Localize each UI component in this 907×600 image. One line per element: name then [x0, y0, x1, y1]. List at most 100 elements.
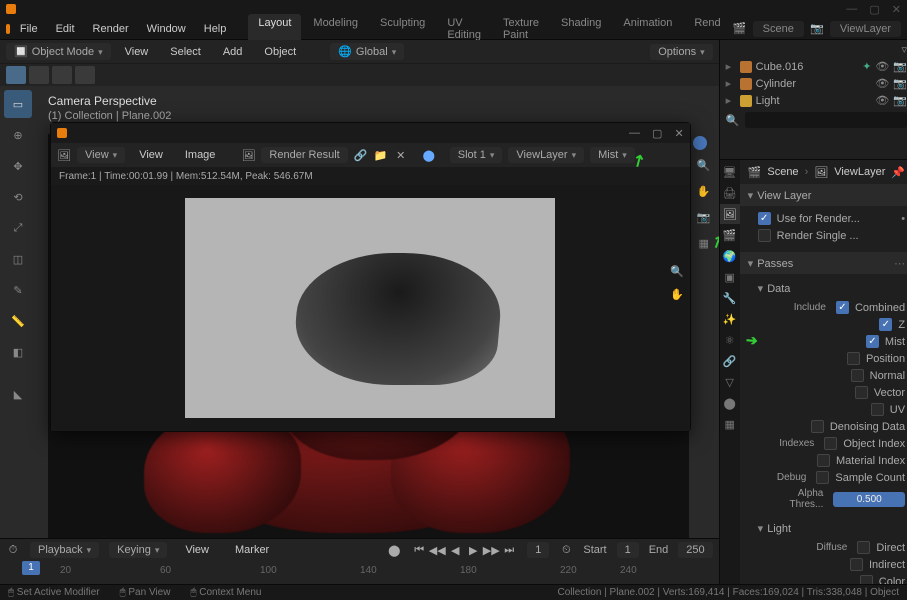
tab-layout[interactable]: Layout — [248, 14, 301, 44]
render-canvas[interactable]: 🔍 ✋ — [51, 185, 690, 431]
render-close-button[interactable]: ✕ — [674, 127, 683, 140]
render-view-menu-2[interactable]: View — [131, 147, 171, 163]
props-tab-object[interactable]: ▣ — [720, 267, 740, 287]
render-view-menu[interactable]: View — [77, 147, 125, 163]
display-mode-icon[interactable]: ⬤ — [422, 148, 436, 162]
panel-viewlayer-header[interactable]: ▾View Layer — [740, 185, 907, 206]
tab-sculpting[interactable]: Sculpting — [370, 14, 435, 44]
render-pan-hand-icon[interactable]: ✋ — [670, 288, 684, 301]
menu-help[interactable]: Help — [196, 21, 235, 37]
outliner-item-light[interactable]: ▸ Light 👁 📷 — [720, 92, 907, 109]
tab-texture-paint[interactable]: Texture Paint — [493, 14, 549, 44]
next-keyframe-button[interactable]: ▶▶ — [483, 542, 499, 558]
vp-menu-select[interactable]: Select — [162, 44, 209, 60]
outliner-item-cylinder[interactable]: ▸ Cylinder 👁 📷 — [720, 75, 907, 92]
z-checkbox[interactable] — [879, 318, 892, 331]
props-tab-particles[interactable]: ✨ — [720, 309, 740, 329]
pin-icon[interactable]: 📌 — [891, 166, 905, 179]
render-zoom-icon[interactable]: 🔍 — [670, 265, 684, 278]
pan-icon[interactable]: ✋ — [693, 180, 715, 202]
timeline-marker-menu[interactable]: Marker — [227, 542, 277, 558]
end-frame-field[interactable]: 250 — [678, 542, 712, 558]
slot-selector[interactable]: Slot 1 — [450, 147, 503, 163]
render-viewlayer-selector[interactable]: ViewLayer — [508, 147, 584, 163]
image-editor-icon[interactable]: 🖼 — [57, 148, 71, 162]
render-single-checkbox[interactable] — [758, 229, 771, 242]
alpha-threshold-slider[interactable]: 0.500 — [833, 492, 905, 507]
axis-gizmo-z[interactable] — [693, 136, 707, 150]
props-tab-material[interactable]: ⬤ — [720, 393, 740, 413]
tab-rendering[interactable]: Rend — [684, 14, 730, 44]
outliner-search-input[interactable] — [745, 112, 907, 128]
camera-view-icon[interactable]: 📷 — [693, 206, 715, 228]
keying-menu[interactable]: Keying — [109, 542, 167, 558]
viewport-canvas[interactable]: ▭ ⊕ ✥ ⟲ ⤢ ◫ ✎ 📏 ◧ ◣ Camera Perspective (… — [0, 86, 719, 538]
annotate-tool[interactable]: ✎ — [4, 276, 32, 304]
playhead[interactable]: 1 — [22, 561, 40, 575]
options-dropdown[interactable]: Options — [650, 44, 712, 60]
uv-checkbox[interactable] — [871, 403, 884, 416]
select-mode-icon-2[interactable] — [29, 66, 49, 84]
select-box-tool[interactable]: ▭ — [4, 90, 32, 118]
auto-key-icon[interactable]: ⬤ — [387, 543, 401, 557]
visibility-toggle[interactable]: 👁 — [875, 94, 889, 107]
diffuse-indirect-checkbox[interactable] — [850, 558, 863, 571]
breadcrumb-viewlayer[interactable]: ViewLayer — [834, 166, 885, 178]
props-tab-data[interactable]: ▽ — [720, 372, 740, 392]
position-checkbox[interactable] — [847, 352, 860, 365]
perspective-toggle-icon[interactable]: ▦ — [693, 232, 715, 254]
vp-menu-add[interactable]: Add — [215, 44, 251, 60]
render-image-menu[interactable]: Image — [177, 147, 224, 163]
props-tab-physics[interactable]: ⚛ — [720, 330, 740, 350]
transform-tool[interactable]: ◫ — [4, 245, 32, 273]
select-mode-icon[interactable] — [6, 66, 26, 84]
jump-end-button[interactable]: ⏭ — [501, 542, 517, 558]
play-reverse-button[interactable]: ◀ — [447, 542, 463, 558]
timeline-view-menu[interactable]: View — [177, 542, 217, 558]
props-tab-render[interactable]: 🖥 — [720, 162, 740, 182]
render-min-button[interactable]: — — [629, 127, 640, 140]
link-icon[interactable]: 🔗 — [354, 148, 368, 162]
zoom-icon[interactable]: 🔍 — [693, 154, 715, 176]
menu-file[interactable]: File — [12, 21, 46, 37]
render-toggle[interactable]: 📷 — [893, 77, 907, 90]
panel-light-header[interactable]: ▾Light — [758, 518, 905, 539]
folder-icon[interactable]: 📁 — [374, 148, 388, 162]
jump-start-button[interactable]: ⏮ — [411, 542, 427, 558]
render-max-button[interactable]: ▢ — [652, 127, 662, 140]
close-image-icon[interactable]: ✕ — [394, 148, 408, 162]
denoising-checkbox[interactable] — [811, 420, 824, 433]
props-tab-modifier[interactable]: 🔧 — [720, 288, 740, 308]
render-toggle[interactable]: 📷 — [893, 60, 907, 73]
move-tool[interactable]: ✥ — [4, 152, 32, 180]
scale-tool[interactable]: ⤢ — [4, 214, 32, 242]
timeline-editor-icon[interactable]: ⏱ — [6, 543, 20, 557]
panel-data-header[interactable]: ▾Data — [758, 278, 905, 299]
props-tab-constraints[interactable]: 🔗 — [720, 351, 740, 371]
breadcrumb-scene[interactable]: Scene — [767, 166, 798, 178]
visibility-toggle[interactable]: 👁 — [875, 60, 889, 73]
orientation-selector[interactable]: 🌐 Global — [330, 43, 404, 60]
tab-modeling[interactable]: Modeling — [303, 14, 368, 44]
object-index-checkbox[interactable] — [824, 437, 837, 450]
diffuse-direct-checkbox[interactable] — [857, 541, 870, 554]
current-frame-field[interactable]: 1 — [527, 542, 549, 558]
measure-tool[interactable]: 📏 — [4, 307, 32, 335]
combined-checkbox[interactable] — [836, 301, 849, 314]
rotate-tool[interactable]: ⟲ — [4, 183, 32, 211]
vp-menu-view[interactable]: View — [117, 44, 157, 60]
minimize-button[interactable]: — — [846, 3, 857, 16]
menu-edit[interactable]: Edit — [48, 21, 83, 37]
visibility-toggle[interactable]: 👁 — [875, 77, 889, 90]
sync-icon[interactable]: ⏲ — [559, 543, 573, 557]
render-result-selector[interactable]: Render Result — [261, 147, 347, 163]
playback-menu[interactable]: Playback — [30, 542, 99, 558]
render-toggle[interactable]: 📷 — [893, 94, 907, 107]
props-tab-viewlayer[interactable]: 🖼 — [720, 204, 740, 224]
vector-checkbox[interactable] — [855, 386, 868, 399]
menu-window[interactable]: Window — [139, 21, 194, 37]
render-pass-selector[interactable]: Mist — [590, 147, 635, 163]
prev-keyframe-button[interactable]: ◀◀ — [429, 542, 445, 558]
props-tab-scene[interactable]: 🎬 — [720, 225, 740, 245]
tab-shading[interactable]: Shading — [551, 14, 611, 44]
